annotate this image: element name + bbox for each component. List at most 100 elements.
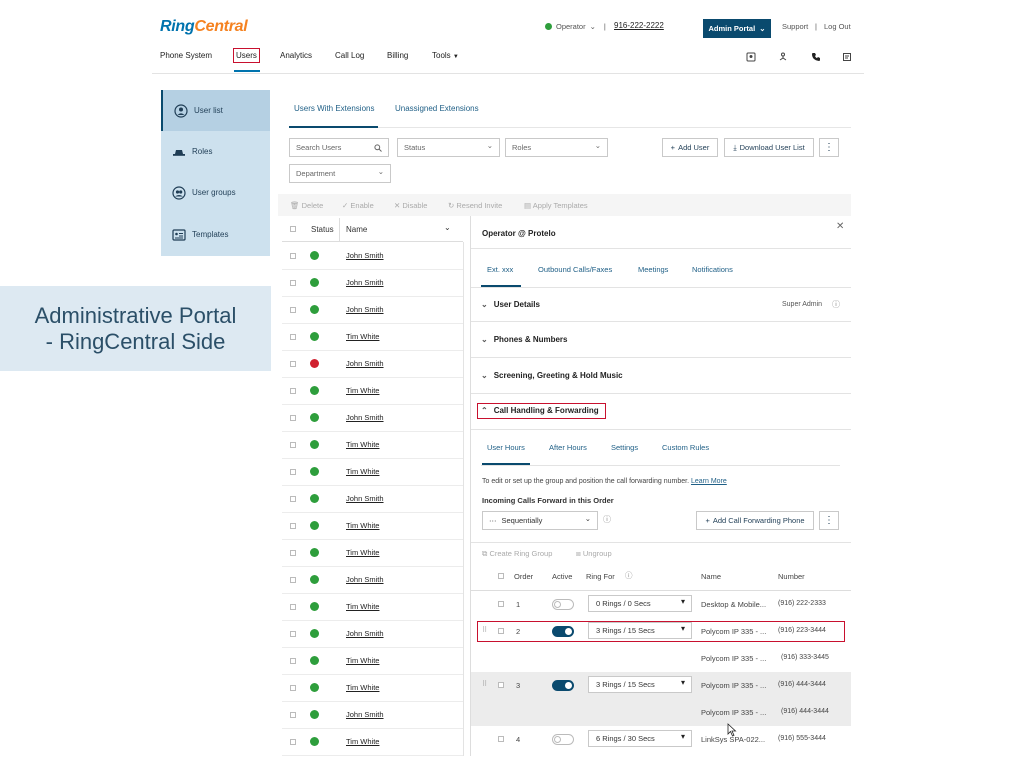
row-checkbox[interactable] [290, 253, 296, 259]
add-user-button[interactable]: + Add User [662, 138, 718, 157]
section-screening[interactable]: ⌄ Screening, Greeting & Hold Music [481, 371, 623, 380]
row-checkbox[interactable] [290, 442, 296, 448]
drag-handle-icon[interactable]: ⠿ [482, 680, 487, 688]
section-user-details[interactable]: ⌄ User Details [481, 300, 540, 309]
admin-portal-button[interactable]: Admin Portal ⌄ [703, 19, 771, 38]
user-name-link[interactable]: John Smith [346, 305, 384, 314]
row-checkbox[interactable] [290, 415, 296, 421]
table-row[interactable]: John Smith [282, 702, 463, 729]
table-row[interactable]: Tim White [282, 594, 463, 621]
user-name-link[interactable]: John Smith [346, 359, 384, 368]
user-name-link[interactable]: Tim White [346, 467, 379, 476]
active-toggle[interactable] [552, 734, 574, 745]
active-toggle[interactable] [552, 680, 574, 691]
learn-more-link[interactable]: Learn More [691, 478, 727, 485]
support-link[interactable]: Support [782, 22, 808, 31]
ring-for-select[interactable]: 0 Rings / 0 Secs ▾ [588, 595, 692, 612]
more-options-button[interactable]: ⋮ [819, 138, 839, 157]
search-users-input[interactable]: Search Users [289, 138, 389, 157]
user-name-link[interactable]: John Smith [346, 278, 384, 287]
table-row[interactable]: John Smith [282, 621, 463, 648]
sidebar-item-user-groups[interactable]: User groups [161, 172, 270, 213]
table-row[interactable]: John Smith [282, 297, 463, 324]
active-toggle[interactable] [552, 599, 574, 610]
sidebar-item-roles[interactable]: Roles [161, 131, 270, 172]
ring-for-select[interactable]: 6 Rings / 30 Secs ▾ [588, 730, 692, 747]
row-checkbox[interactable] [290, 658, 296, 664]
row-checkbox[interactable] [498, 601, 504, 607]
row-checkbox[interactable] [290, 550, 296, 556]
org-chart-icon[interactable] [778, 52, 788, 62]
row-checkbox[interactable] [290, 307, 296, 313]
row-checkbox[interactable] [290, 388, 296, 394]
forward-mode-select[interactable]: ⋯ Sequentially ⌄ [482, 511, 598, 530]
table-row[interactable]: Tim White [282, 378, 463, 405]
row-checkbox[interactable] [290, 685, 296, 691]
table-row[interactable]: John Smith [282, 351, 463, 378]
close-icon[interactable]: ✕ [836, 221, 844, 232]
table-row[interactable]: Tim White [282, 513, 463, 540]
chevron-down-icon[interactable]: ⌄ [444, 223, 451, 232]
apply-templates-action[interactable]: ▤ Apply Templates [524, 201, 588, 210]
table-row[interactable]: Tim White [282, 675, 463, 702]
enable-action[interactable]: ✓ Enable [342, 201, 374, 210]
ringcentral-logo[interactable]: RingCentral [160, 18, 248, 36]
nav-call-log[interactable]: Call Log [335, 51, 364, 60]
forwarding-row[interactable]: Polycom IP 335 - ... (916) 444-3444 [471, 699, 851, 726]
forwarding-row[interactable]: 1 0 Rings / 0 Secs ▾ Desktop & Mobile... (91… [471, 591, 851, 618]
nav-phone-system[interactable]: Phone System [160, 51, 212, 60]
row-checkbox[interactable] [290, 739, 296, 745]
user-name-link[interactable]: Tim White [346, 332, 379, 341]
user-name-link[interactable]: Tim White [346, 737, 379, 746]
table-row[interactable]: Tim White [282, 540, 463, 567]
ring-for-select[interactable]: 3 Rings / 15 Secs ▾ [588, 676, 692, 693]
table-row[interactable]: John Smith [282, 270, 463, 297]
select-all-checkbox[interactable] [498, 573, 504, 579]
phone-icon[interactable] [811, 52, 821, 62]
tab-extension[interactable]: Ext. xxx [487, 265, 513, 274]
row-checkbox[interactable] [290, 496, 296, 502]
app-launcher-icon[interactable] [842, 52, 852, 62]
row-checkbox[interactable] [290, 334, 296, 340]
sidebar-item-templates[interactable]: Templates [161, 214, 270, 255]
select-all-checkbox[interactable] [290, 226, 296, 232]
table-row[interactable]: Tim White [282, 729, 463, 756]
user-name-link[interactable]: Tim White [346, 548, 379, 557]
row-checkbox[interactable] [498, 736, 504, 742]
nav-tools[interactable]: Tools ▼ [432, 51, 459, 60]
user-name-link[interactable]: Tim White [346, 521, 379, 530]
col-name-header[interactable]: Name [346, 225, 367, 234]
user-name-link[interactable]: Tim White [346, 602, 379, 611]
resend-invite-action[interactable]: ↻ Resend Invite [448, 201, 502, 210]
disable-action[interactable]: ✕ Disable [394, 201, 427, 210]
table-row[interactable]: Tim White [282, 432, 463, 459]
contacts-icon[interactable] [746, 52, 756, 62]
row-checkbox[interactable] [290, 469, 296, 475]
row-checkbox[interactable] [290, 712, 296, 718]
user-name-link[interactable]: Tim White [346, 440, 379, 449]
tab-outbound-calls[interactable]: Outbound Calls/Faxes [538, 265, 612, 274]
add-call-forwarding-button[interactable]: + Add Call Forwarding Phone [696, 511, 814, 530]
user-name-link[interactable]: John Smith [346, 494, 384, 503]
row-checkbox[interactable] [290, 577, 296, 583]
user-name-link[interactable]: Tim White [346, 683, 379, 692]
tab-meetings[interactable]: Meetings [638, 265, 668, 274]
tab-notifications[interactable]: Notifications [692, 265, 733, 274]
forwarding-row[interactable]: 46 Rings / 30 Secs ▾ LinkSys SPA-022... (91… [471, 726, 851, 753]
table-row[interactable]: John Smith [282, 567, 463, 594]
row-checkbox[interactable] [290, 523, 296, 529]
row-checkbox[interactable] [498, 682, 504, 688]
tab-unassigned-extensions[interactable]: Unassigned Extensions [395, 104, 479, 113]
sidebar-item-user-list[interactable]: User list [161, 90, 270, 131]
info-icon[interactable]: ⓘ [625, 570, 633, 581]
user-name-link[interactable]: John Smith [346, 251, 384, 260]
forwarding-row[interactable]: Polycom IP 335 - ... (916) 333-3445 [471, 645, 851, 672]
table-row[interactable]: Tim White [282, 648, 463, 675]
tab-after-hours[interactable]: After Hours [549, 443, 587, 452]
roles-filter-select[interactable]: Roles ⌄ [505, 138, 608, 157]
table-row[interactable]: Tim White [282, 459, 463, 486]
create-ring-group-action[interactable]: ⧉ Create Ring Group [482, 549, 552, 559]
department-filter-select[interactable]: Department ⌄ [289, 164, 391, 183]
tab-user-hours[interactable]: User Hours [487, 443, 525, 452]
tab-settings[interactable]: Settings [611, 443, 638, 452]
